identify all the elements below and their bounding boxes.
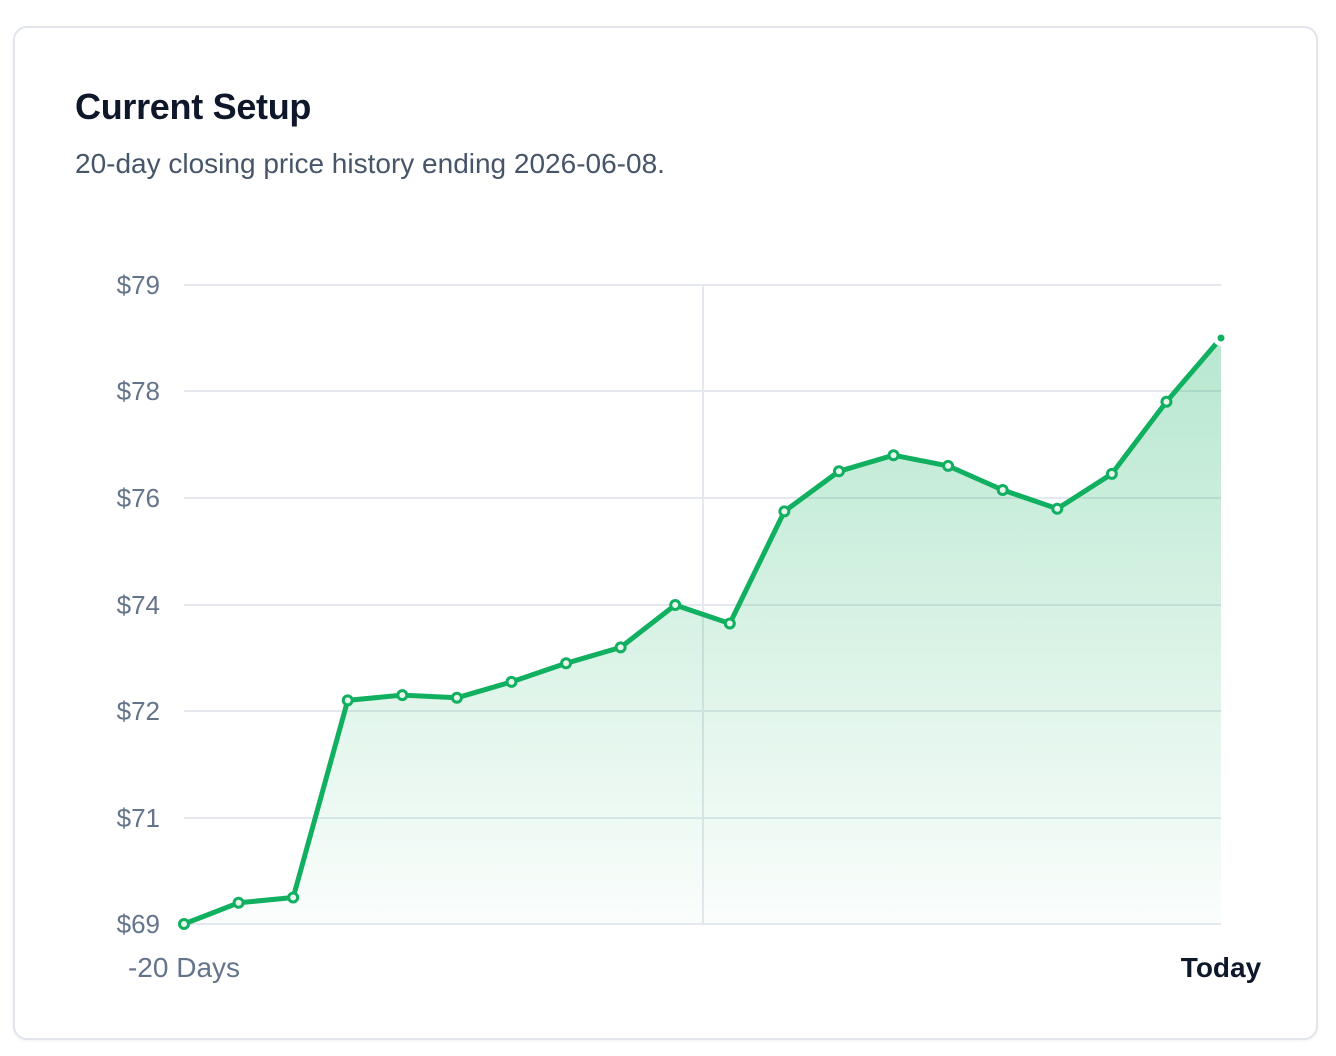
data-point[interactable] <box>723 617 736 630</box>
y-tick-label: $74 <box>117 590 160 620</box>
data-point[interactable] <box>942 459 955 472</box>
y-tick-label: $78 <box>117 376 160 406</box>
data-point[interactable] <box>614 641 627 654</box>
data-point[interactable] <box>505 675 518 688</box>
data-point[interactable] <box>341 694 354 707</box>
data-point[interactable] <box>1105 467 1118 480</box>
price-history-chart: $79 $78 $76 $74 $72 $71 $69 -20 Days Today <box>117 270 1262 983</box>
data-point[interactable] <box>996 483 1009 496</box>
data-point[interactable] <box>1160 395 1173 408</box>
data-point[interactable] <box>232 896 245 909</box>
data-point[interactable] <box>178 918 190 930</box>
y-tick-label: $71 <box>117 803 160 833</box>
data-point-last[interactable] <box>1217 334 1225 342</box>
x-tick-label-end: Today <box>1181 952 1262 983</box>
y-tick-label: $76 <box>117 483 160 513</box>
y-tick-label: $69 <box>117 909 160 939</box>
data-point[interactable] <box>887 449 900 462</box>
y-tick-label: $79 <box>117 270 160 300</box>
data-point[interactable] <box>287 891 300 904</box>
data-point[interactable] <box>450 691 463 704</box>
data-point[interactable] <box>669 599 682 611</box>
x-tick-label-start: -20 Days <box>128 952 240 983</box>
data-point[interactable] <box>832 465 845 478</box>
data-point[interactable] <box>1051 502 1064 515</box>
data-point[interactable] <box>778 505 791 518</box>
data-point[interactable] <box>560 657 573 670</box>
y-tick-label: $72 <box>117 696 160 726</box>
data-point[interactable] <box>396 689 409 702</box>
